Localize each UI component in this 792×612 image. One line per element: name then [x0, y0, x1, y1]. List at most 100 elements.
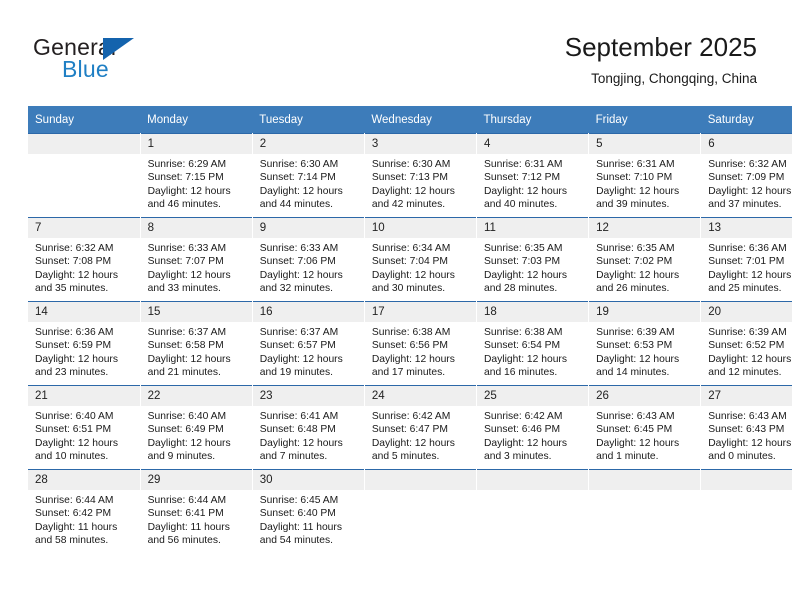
- calendar-day-cell[interactable]: 13 Sunrise: 6:36 AM Sunset: 7:01 PM Dayligh…: [700, 217, 792, 302]
- sunrise-text: Sunrise: 6:30 AM: [259, 159, 339, 170]
- day-number: 28: [28, 470, 140, 490]
- sunrise-text: Sunrise: 6:43 AM: [708, 411, 787, 422]
- calendar-day-cell[interactable]: 6 Sunrise: 6:32 AM Sunset: 7:09 PM Daylight…: [700, 133, 792, 218]
- day-details: Sunrise: 6:41 AM Sunset: 6:48 PM Daylight:…: [253, 406, 364, 464]
- sunrise-text: Sunrise: 6:32 AM: [708, 159, 787, 170]
- calendar-day-cell[interactable]: 24 Sunrise: 6:42 AM Sunset: 6:47 PM Dayligh…: [364, 385, 478, 470]
- daylight-text-line1: Daylight: 12 hours: [708, 185, 792, 197]
- calendar-day-cell[interactable]: 27 Sunrise: 6:43 AM Sunset: 6:43 PM Dayligh…: [700, 385, 792, 470]
- daylight-text-line2: and 28 minutes.: [484, 283, 558, 295]
- day-details: [28, 154, 140, 158]
- daylight-text-line2: and 23 minutes.: [35, 367, 109, 379]
- sunset-text: Sunset: 6:49 PM: [147, 424, 224, 436]
- calendar-day-cell[interactable]: 20 Sunrise: 6:39 AM Sunset: 6:52 PM Dayligh…: [700, 301, 792, 386]
- sunrise-text: Sunrise: 6:43 AM: [596, 411, 675, 422]
- day-details: Sunrise: 6:42 AM Sunset: 6:47 PM Daylight:…: [365, 406, 476, 464]
- sunrise-text: Sunrise: 6:40 AM: [35, 411, 114, 422]
- day-number: 4: [477, 134, 589, 154]
- calendar-week-row: 21 Sunrise: 6:40 AM Sunset: 6:51 PM Dayligh…: [28, 385, 792, 470]
- daylight-text-line1: Daylight: 11 hours: [259, 521, 342, 533]
- calendar-day-cell[interactable]: 30 Sunrise: 6:45 AM Sunset: 6:40 PM Dayligh…: [252, 469, 365, 553]
- daylight-text-line1: Daylight: 12 hours: [484, 269, 567, 281]
- day-number: [364, 470, 476, 490]
- day-details: Sunrise: 6:38 AM Sunset: 6:54 PM Daylight:…: [477, 322, 588, 380]
- daylight-text-line1: Daylight: 12 hours: [596, 185, 680, 197]
- sunrise-text: Sunrise: 6:41 AM: [259, 411, 339, 422]
- sunrise-text: Sunrise: 6:40 AM: [147, 411, 227, 422]
- calendar-day-cell[interactable]: 8 Sunrise: 6:33 AM Sunset: 7:07 PM Daylight…: [140, 217, 253, 302]
- daylight-text-line2: and 19 minutes.: [259, 367, 334, 379]
- daylight-text-line1: Daylight: 12 hours: [484, 353, 567, 365]
- sunset-text: Sunset: 7:07 PM: [147, 256, 224, 268]
- calendar-week-row: 1 Sunrise: 6:29 AM Sunset: 7:15 PM Daylight…: [28, 133, 792, 218]
- sunrise-text: Sunrise: 6:31 AM: [484, 159, 563, 170]
- daylight-text-line2: and 7 minutes.: [259, 451, 328, 463]
- sunset-text: Sunset: 6:47 PM: [371, 424, 449, 436]
- calendar-day-cell[interactable]: 29 Sunrise: 6:44 AM Sunset: 6:41 PM Dayligh…: [140, 469, 253, 553]
- daylight-text-line1: Daylight: 11 hours: [147, 521, 230, 533]
- sunrise-text: Sunrise: 6:44 AM: [147, 495, 227, 506]
- day-number: 24: [364, 386, 476, 406]
- sunset-text: Sunset: 6:42 PM: [35, 508, 112, 520]
- calendar-day-cell[interactable]: 11 Sunrise: 6:35 AM Sunset: 7:03 PM Dayligh…: [476, 217, 590, 302]
- day-details: Sunrise: 6:39 AM Sunset: 6:52 PM Daylight:…: [701, 322, 792, 380]
- sunset-text: Sunset: 6:59 PM: [35, 340, 112, 352]
- calendar-day-cell[interactable]: 28 Sunrise: 6:44 AM Sunset: 6:42 PM Dayligh…: [28, 469, 141, 553]
- page-title: September 2025: [564, 32, 757, 62]
- calendar-day-cell[interactable]: 9 Sunrise: 6:33 AM Sunset: 7:06 PM Daylight…: [252, 217, 365, 302]
- day-number: 20: [701, 302, 792, 322]
- sunset-text: Sunset: 7:06 PM: [259, 256, 336, 268]
- calendar-day-cell[interactable]: 21 Sunrise: 6:40 AM Sunset: 6:51 PM Dayligh…: [28, 385, 141, 470]
- calendar-day-cell[interactable]: 18 Sunrise: 6:38 AM Sunset: 6:54 PM Dayligh…: [476, 301, 590, 386]
- calendar-day-cell[interactable]: 15 Sunrise: 6:37 AM Sunset: 6:58 PM Dayligh…: [140, 301, 253, 386]
- daylight-text-line2: and 33 minutes.: [147, 283, 221, 295]
- daylight-text-line2: and 56 minutes.: [147, 535, 221, 547]
- daylight-text-line1: Daylight: 12 hours: [35, 353, 118, 365]
- day-number: 29: [140, 470, 252, 490]
- day-details: Sunrise: 6:40 AM Sunset: 6:51 PM Daylight:…: [28, 406, 140, 464]
- calendar-cell-empty: [28, 133, 141, 218]
- day-details: Sunrise: 6:33 AM Sunset: 7:07 PM Daylight:…: [141, 238, 252, 296]
- day-details: Sunrise: 6:31 AM Sunset: 7:12 PM Daylight:…: [477, 154, 588, 212]
- sunset-text: Sunset: 7:13 PM: [371, 172, 449, 184]
- calendar-day-cell[interactable]: 19 Sunrise: 6:39 AM Sunset: 6:53 PM Dayligh…: [588, 301, 702, 386]
- day-details: Sunrise: 6:29 AM Sunset: 7:15 PM Daylight:…: [141, 154, 252, 212]
- day-number: 2: [252, 134, 364, 154]
- calendar-header-row: Sunday Monday Tuesday Wednesday Thursday Frid…: [28, 106, 792, 134]
- sunset-text: Sunset: 7:03 PM: [484, 256, 561, 268]
- sunset-text: Sunset: 6:51 PM: [35, 424, 112, 436]
- calendar-day-cell[interactable]: 23 Sunrise: 6:41 AM Sunset: 6:48 PM Dayligh…: [252, 385, 365, 470]
- calendar-day-cell[interactable]: 7 Sunrise: 6:32 AM Sunset: 7:08 PM Daylight…: [28, 217, 141, 302]
- sunset-text: Sunset: 7:04 PM: [371, 256, 449, 268]
- calendar-day-cell[interactable]: 10 Sunrise: 6:34 AM Sunset: 7:04 PM Dayligh…: [364, 217, 478, 302]
- day-number: 9: [252, 218, 364, 238]
- daylight-text-line1: Daylight: 12 hours: [259, 269, 343, 281]
- daylight-text-line1: Daylight: 12 hours: [371, 353, 455, 365]
- daylight-text-line2: and 30 minutes.: [371, 283, 446, 295]
- day-details: Sunrise: 6:39 AM Sunset: 6:53 PM Daylight:…: [589, 322, 700, 380]
- day-number: 21: [28, 386, 140, 406]
- day-details: Sunrise: 6:42 AM Sunset: 6:46 PM Daylight:…: [477, 406, 588, 464]
- calendar-day-cell[interactable]: 4 Sunrise: 6:31 AM Sunset: 7:12 PM Daylight…: [476, 133, 590, 218]
- weekday-header-monday: Monday: [140, 106, 253, 134]
- calendar-day-cell[interactable]: 17 Sunrise: 6:38 AM Sunset: 6:56 PM Dayligh…: [364, 301, 478, 386]
- sunrise-text: Sunrise: 6:35 AM: [596, 243, 675, 254]
- calendar-day-cell[interactable]: 14 Sunrise: 6:36 AM Sunset: 6:59 PM Dayligh…: [28, 301, 141, 386]
- day-details: [477, 490, 588, 494]
- calendar-day-cell[interactable]: 1 Sunrise: 6:29 AM Sunset: 7:15 PM Daylight…: [140, 133, 253, 218]
- calendar-day-cell[interactable]: 2 Sunrise: 6:30 AM Sunset: 7:14 PM Daylight…: [252, 133, 365, 218]
- daylight-text-line2: and 16 minutes.: [484, 367, 558, 379]
- calendar-day-cell[interactable]: 3 Sunrise: 6:30 AM Sunset: 7:13 PM Daylight…: [364, 133, 478, 218]
- calendar-day-cell[interactable]: 5 Sunrise: 6:31 AM Sunset: 7:10 PM Daylight…: [588, 133, 702, 218]
- calendar-day-cell[interactable]: 26 Sunrise: 6:43 AM Sunset: 6:45 PM Dayligh…: [588, 385, 702, 470]
- calendar-day-cell[interactable]: 22 Sunrise: 6:40 AM Sunset: 6:49 PM Dayligh…: [140, 385, 253, 470]
- calendar-day-cell[interactable]: 25 Sunrise: 6:42 AM Sunset: 6:46 PM Dayligh…: [476, 385, 590, 470]
- day-number: 25: [477, 386, 589, 406]
- calendar-day-cell[interactable]: 16 Sunrise: 6:37 AM Sunset: 6:57 PM Dayligh…: [252, 301, 365, 386]
- day-details: [365, 490, 476, 494]
- calendar-day-cell[interactable]: 12 Sunrise: 6:35 AM Sunset: 7:02 PM Dayligh…: [588, 217, 702, 302]
- sunrise-text: Sunrise: 6:29 AM: [147, 159, 227, 170]
- day-details: Sunrise: 6:36 AM Sunset: 7:01 PM Daylight:…: [701, 238, 792, 296]
- general-blue-logo[interactable]: General Blue: [33, 34, 213, 90]
- sunset-text: Sunset: 7:02 PM: [596, 256, 673, 268]
